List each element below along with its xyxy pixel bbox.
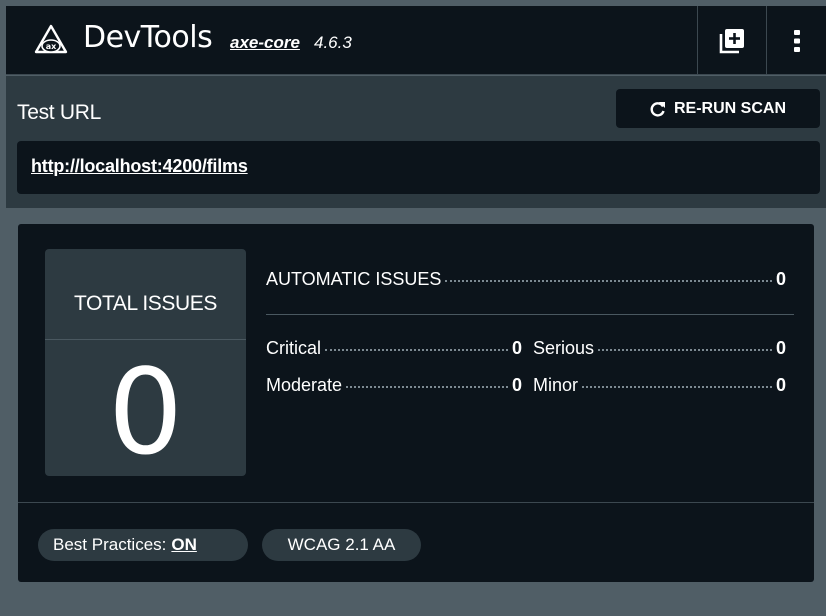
dot-leader — [445, 280, 772, 282]
dot-leader — [598, 349, 772, 351]
app-header: ax DevTools axe-core 4.6.3 — [6, 6, 826, 75]
divider — [266, 314, 794, 315]
automatic-issues-label: AUTOMATIC ISSUES — [266, 269, 442, 289]
svg-text:ax: ax — [46, 42, 57, 51]
test-url-section: Test URL RE-RUN SCAN http://localhost:42… — [6, 76, 826, 208]
serious-count: 0 — [775, 338, 786, 358]
url-field: http://localhost:4200/films — [17, 141, 820, 194]
ax-logo-icon: ax — [34, 24, 68, 54]
divider — [45, 339, 246, 340]
minor-label: Minor — [533, 375, 579, 395]
critical-label: Critical — [266, 338, 322, 358]
best-practices-chip: Best Practices: ON — [38, 529, 248, 561]
results-panel: TOTAL ISSUES 0 AUTOMATIC ISSUES 0 Critic… — [18, 224, 814, 582]
best-practices-label: Best Practices: — [53, 535, 167, 554]
add-box-icon — [719, 28, 744, 53]
automatic-issues-count: 0 — [775, 269, 786, 289]
moderate-count: 0 — [511, 375, 522, 395]
version-label: 4.6.3 — [314, 33, 352, 52]
critical-row: Critical 0 — [266, 338, 522, 359]
minor-row: Minor 0 — [533, 375, 786, 396]
divider — [18, 502, 814, 503]
dot-leader — [346, 386, 508, 388]
automatic-issues-row: AUTOMATIC ISSUES 0 — [266, 269, 786, 290]
rerun-scan-label: RE-RUN SCAN — [674, 99, 786, 117]
critical-count: 0 — [511, 338, 522, 358]
dot-leader — [325, 349, 508, 351]
moderate-row: Moderate 0 — [266, 375, 522, 396]
dot-leader — [582, 386, 772, 388]
serious-label: Serious — [533, 338, 595, 358]
refresh-icon — [650, 101, 665, 117]
best-practices-toggle[interactable]: ON — [171, 535, 197, 555]
app-title: DevTools — [83, 20, 213, 55]
moderate-label: Moderate — [266, 375, 343, 395]
test-url-link[interactable]: http://localhost:4200/films — [31, 156, 248, 177]
wcag-standard-chip[interactable]: WCAG 2.1 AA — [262, 529, 421, 561]
add-button[interactable] — [698, 6, 766, 75]
more-options-button[interactable] — [767, 6, 826, 75]
total-issues-label: TOTAL ISSUES — [73, 292, 218, 315]
more-vertical-icon — [793, 29, 800, 52]
serious-row: Serious 0 — [533, 338, 786, 359]
rerun-scan-button[interactable]: RE-RUN SCAN — [616, 89, 820, 128]
total-issues-box: TOTAL ISSUES 0 — [45, 249, 246, 476]
minor-count: 0 — [775, 375, 786, 395]
test-url-label: Test URL — [17, 101, 101, 124]
total-issues-count: 0 — [107, 343, 184, 481]
axe-core-link[interactable]: axe-core — [230, 33, 300, 53]
